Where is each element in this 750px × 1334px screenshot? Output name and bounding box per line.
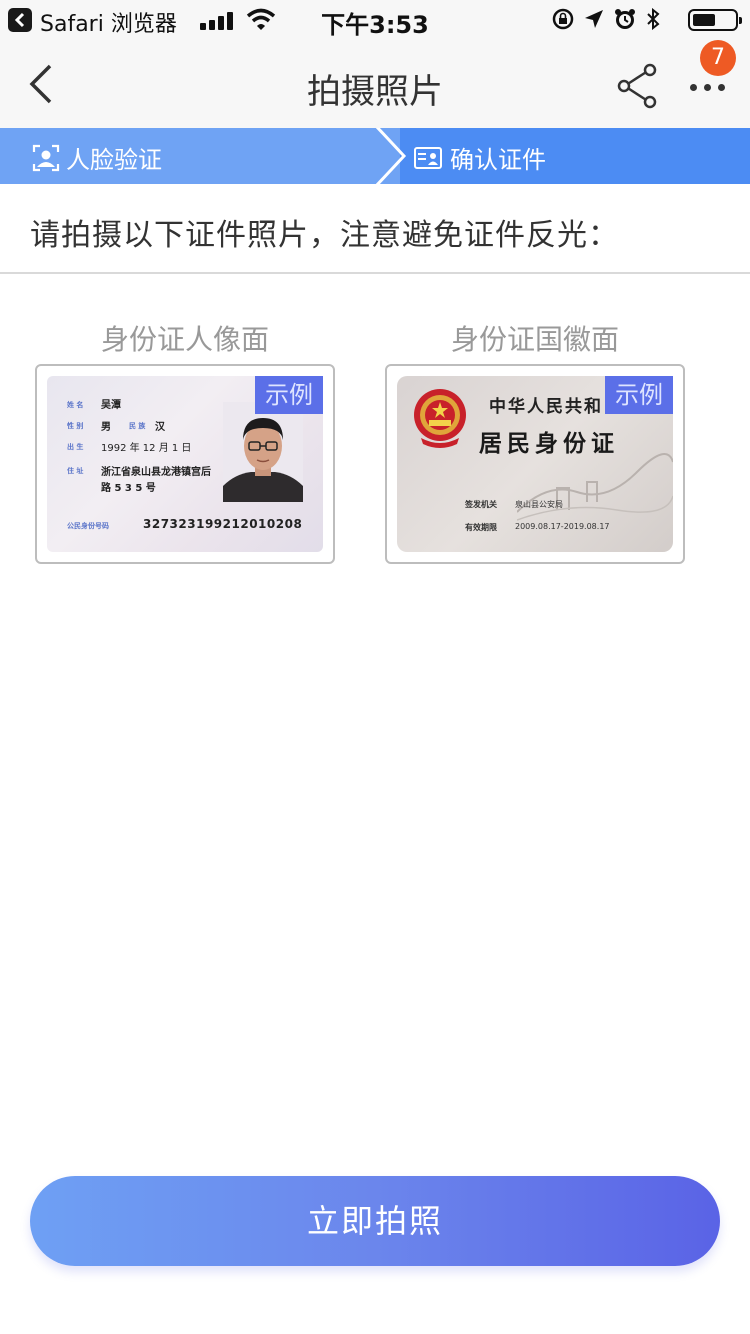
field-label: 民 族	[129, 422, 146, 430]
notification-badge: 7	[700, 40, 736, 76]
authority-value: 泉山县公安局	[515, 500, 563, 509]
field-label: 性 别	[67, 422, 84, 430]
location-icon	[585, 10, 603, 28]
bluetooth-icon	[647, 8, 660, 30]
address-line-2: 路 5 3 5 号	[101, 483, 156, 494]
step-label: 人脸验证	[66, 146, 162, 174]
step-face-verification: 人脸验证	[32, 140, 162, 175]
field-label: 出 生	[67, 443, 84, 451]
id-front-label: 身份证人像面	[100, 323, 269, 356]
birth-value: 1992 年 12 月 1 日	[101, 443, 192, 454]
face-scan-icon	[32, 144, 60, 171]
name-value: 吴潭	[101, 400, 121, 411]
great-wall-pattern	[517, 453, 673, 521]
field-label: 住 址	[67, 467, 84, 475]
field-label: 公民身份号码	[67, 522, 109, 530]
id-back-card[interactable]: 中华人民共和 居民身份证 签发机关 泉山县公安局 有效期限 2009.08.17…	[385, 364, 685, 564]
sex-value: 男	[101, 422, 111, 433]
id-card-icon	[414, 146, 442, 169]
id-number-value: 327323199212010208	[143, 517, 303, 531]
country-name: 中华人民共和	[489, 397, 603, 417]
step-separator-arrow	[372, 128, 407, 184]
address-line-1: 浙江省泉山县龙港镇宫后	[101, 467, 211, 478]
id-back-label: 身份证国徽面	[450, 323, 619, 356]
step-label: 确认证件	[450, 146, 546, 174]
sample-badge: 示例	[255, 376, 323, 414]
validity-value: 2009.08.17-2019.08.17	[515, 522, 610, 531]
battery-icon	[688, 9, 742, 31]
divider	[0, 272, 750, 274]
authority-label: 签发机关	[465, 500, 497, 509]
orientation-lock-icon	[552, 8, 574, 30]
validity-label: 有效期限	[465, 523, 497, 532]
alarm-icon	[615, 9, 635, 29]
portrait-photo	[223, 402, 303, 502]
field-label: 姓 名	[67, 401, 84, 409]
national-emblem-icon	[414, 389, 466, 448]
ethnic-value: 汉	[155, 422, 165, 433]
share-icon[interactable]	[614, 62, 662, 110]
step-confirm-id: 确认证件	[412, 140, 546, 175]
status-bar: Safari 浏览器 下午3:53	[0, 0, 750, 40]
instruction-text: 请拍摄以下证件照片，注意避免证件反光：	[30, 218, 619, 253]
take-photo-button[interactable]: 立即拍照	[30, 1176, 720, 1266]
sample-badge: 示例	[605, 376, 673, 414]
id-front-card[interactable]: 姓 名 吴潭 性 别 男 民 族 汉 出 生 1992 年 12 月 1 日 住…	[35, 364, 335, 564]
navigation-bar: 拍摄照片 7	[0, 40, 750, 128]
progress-steps: 人脸验证 确认证件	[0, 128, 750, 184]
